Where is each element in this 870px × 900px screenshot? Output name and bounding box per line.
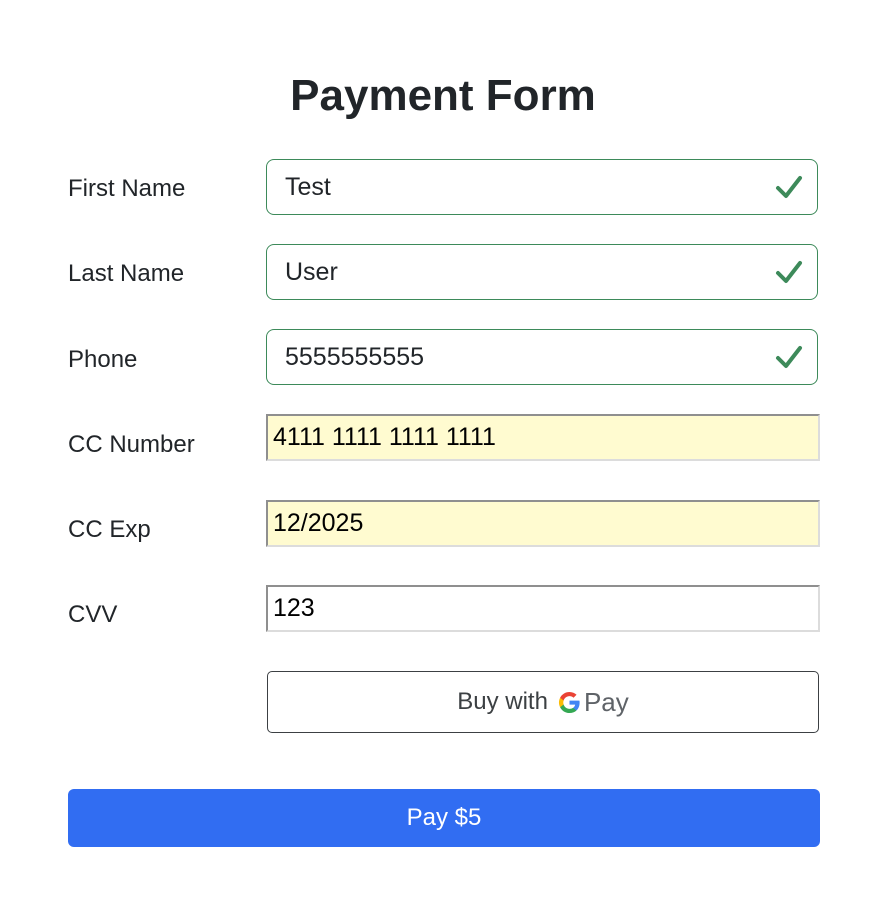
last-name-input[interactable] <box>285 245 755 299</box>
google-pay-brand: Pay <box>583 686 629 717</box>
check-icon <box>776 261 802 283</box>
google-pay-button[interactable]: Buy with Pay <box>267 671 819 733</box>
page-title: Payment Form <box>290 71 596 120</box>
cc-number-input[interactable] <box>273 416 803 459</box>
cc-number-label: CC Number <box>68 431 195 458</box>
cvv-label: CVV <box>68 601 118 628</box>
phone-input[interactable] <box>285 330 755 384</box>
cvv-input[interactable] <box>273 587 803 630</box>
last-name-field <box>266 244 818 300</box>
pay-button[interactable]: Pay $5 <box>68 789 820 847</box>
cc-exp-field <box>266 500 820 547</box>
check-icon <box>776 176 802 198</box>
first-name-label: First Name <box>68 175 186 202</box>
payment-form-page: Payment Form First Name Last Name Phone … <box>0 0 870 900</box>
first-name-field <box>266 159 818 215</box>
cc-exp-input[interactable] <box>273 502 803 545</box>
cc-exp-label: CC Exp <box>68 516 151 543</box>
google-pay-prefix: Buy with <box>457 688 548 715</box>
first-name-input[interactable] <box>285 160 755 214</box>
cc-number-field <box>266 414 820 461</box>
cvv-field <box>266 585 820 632</box>
phone-label: Phone <box>68 346 138 373</box>
last-name-label: Last Name <box>68 260 185 287</box>
google-g-icon <box>558 691 580 713</box>
phone-field <box>266 329 818 385</box>
check-icon <box>776 346 802 368</box>
